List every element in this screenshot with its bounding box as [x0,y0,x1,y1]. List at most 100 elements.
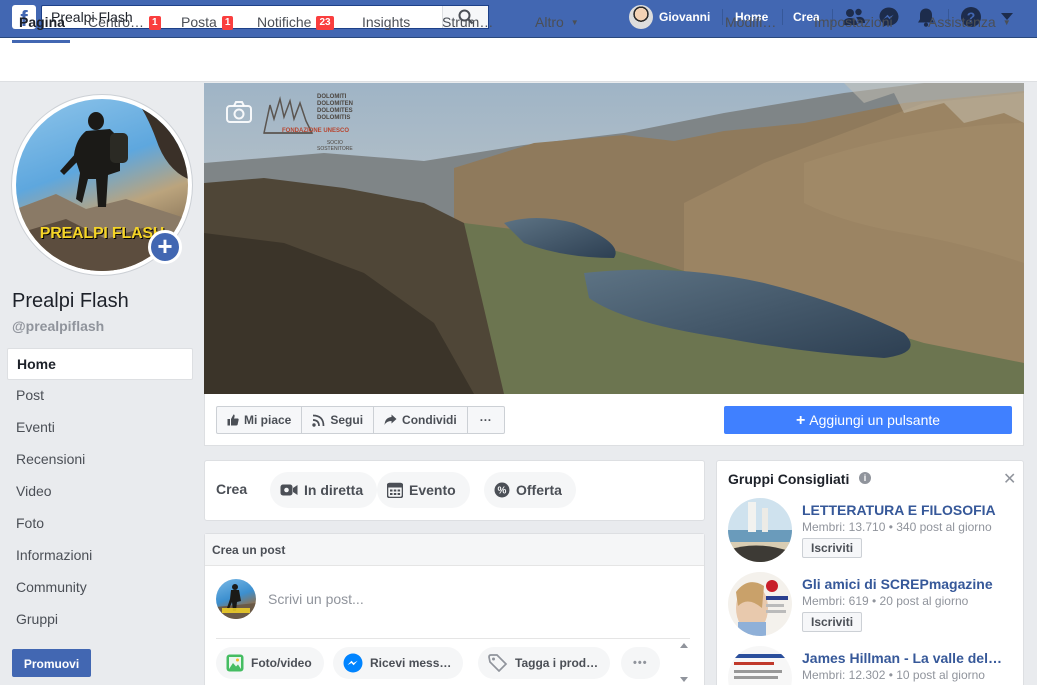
logo-sub-line: SOSTENITORE [317,146,353,152]
left-nav-item-gruppi[interactable]: Gruppi [7,604,193,636]
user-avatar [629,5,653,29]
add-photo-video-button[interactable]: Foto/video [216,647,324,679]
tab-notifiche-label: Notifiche [257,14,312,30]
page-title[interactable]: Prealpi Flash [12,290,129,313]
group-meta: Membri: 13.710 • 340 post al giorno [802,520,992,534]
go-live-button[interactable]: In diretta [270,472,378,508]
logo-text-line: DOLOMITI [317,94,347,100]
tab-posta[interactable]: Posta 1 [181,14,234,30]
nav-divider [782,9,783,25]
messenger-icon [343,653,363,673]
tab-pagina[interactable]: Pagina [19,14,65,30]
cover-photo[interactable]: DOLOMITI DOLOMITEN DOLOMITES DOLOMITIS F… [204,83,1024,394]
logo-text-line: DOLOMITES [317,108,353,114]
video-camera-icon [280,484,298,496]
follow-page-button[interactable]: Segui [302,407,375,433]
logo-text-line: DOLOMITEN [317,101,353,107]
page-tab-bar [0,38,1037,82]
join-group-button[interactable]: Iscriviti [802,612,863,632]
more-post-options-button[interactable]: ••• [621,647,660,679]
tab-altro-label: Altro [535,14,564,30]
group-name[interactable]: Gli amici di SCREPmagazine [802,576,993,592]
update-profile-picture-button[interactable]: + [148,230,182,264]
svg-text:%: % [498,486,507,497]
left-nav-item-video[interactable]: Video [7,476,193,508]
offer-tag-icon: % [494,482,510,498]
like-page-label: Mi piace [244,413,292,427]
create-card-label: Crea [216,481,248,497]
tab-centro[interactable]: Centro… 1 [88,14,161,30]
group-name[interactable]: LETTERATURA E FILOSOFIA [802,502,996,518]
logo-unesco-word: UNESCO [323,128,350,134]
close-icon[interactable]: ✕ [1003,469,1016,489]
rss-follow-icon [312,414,325,427]
join-group-button[interactable]: Iscriviti [802,538,863,558]
notifiche-count-badge: 23 [316,16,334,30]
write-post-input[interactable]: Scrivi un post... [268,591,364,607]
nav-divider [722,9,723,25]
active-tab-indicator [12,40,70,43]
group-meta: Membri: 12.302 • 10 post al giorno [802,668,985,682]
group-thumbnail[interactable] [728,572,792,636]
tab-insights[interactable]: Insights [362,14,410,30]
create-event-button[interactable]: Evento [377,472,470,508]
add-page-button[interactable]: + Aggiungi un pulsante [724,406,1012,434]
logo-text-block: DOLOMITI DOLOMITEN DOLOMITES DOLOMITIS [317,94,353,122]
tab-centro-label: Centro… [88,14,145,30]
tag-icon [488,654,508,672]
promote-button[interactable]: Promuovi [12,649,91,677]
logo-foundation-text: FONDAZIONE UNESCO [282,128,349,135]
more-actions-button[interactable]: ··· [468,407,504,433]
calendar-icon [387,482,403,498]
seaside-image [728,498,792,562]
group-thumbnail[interactable] [728,498,792,562]
tab-altro[interactable]: Altro ▼ [535,14,579,30]
info-icon[interactable]: i [859,472,871,484]
share-page-button[interactable]: Condividi [374,407,468,433]
tab-notifiche[interactable]: Notifiche 23 [257,14,334,30]
group-name[interactable]: James Hillman - La valle del… [802,650,1002,666]
left-nav-item-informazioni[interactable]: Informazioni [7,540,193,572]
group-meta: Membri: 619 • 20 post al giorno [802,594,969,608]
left-nav-item-eventi[interactable]: Eventi [7,412,193,444]
create-offer-button[interactable]: % Offerta [484,472,576,508]
caret-down-icon: ▼ [570,18,579,27]
tab-modifica[interactable]: Modifi… [725,14,776,30]
left-nav-item-post[interactable]: Post [7,380,193,412]
centro-count-badge: 1 [149,16,161,30]
suggested-groups-title: Gruppi Consigliati [728,471,850,487]
plus-icon: + [157,231,173,261]
add-photo-video-label: Foto/video [251,656,312,670]
caret-down-icon: ▼ [1002,18,1011,27]
page-avatar [216,579,256,619]
left-page-navigation: Home Post Eventi Recensioni Video Foto I… [7,348,193,636]
create-offer-label: Offerta [516,482,562,498]
page-username[interactable]: @prealpiflash [12,318,104,334]
magazine-cover-image [728,572,792,636]
create-event-label: Evento [409,482,456,498]
thumbs-up-icon [227,414,239,426]
photo-icon [226,654,244,672]
left-nav-item-foto[interactable]: Foto [7,508,193,540]
divider [216,638,690,639]
like-page-button[interactable]: Mi piace [217,407,303,433]
profile-link[interactable]: Giovanni [629,5,710,29]
page-action-buttons: Mi piace Segui Condividi ··· [216,406,505,434]
left-nav-item-home[interactable]: Home [7,348,193,380]
go-live-label: In diretta [304,482,364,498]
hiker-avatar-image [216,584,256,619]
posta-count-badge: 1 [221,16,234,30]
tab-assistenza[interactable]: Assistenza ▼ [928,14,1011,30]
get-messages-button[interactable]: Ricevi mess… [333,647,464,679]
left-nav-item-community[interactable]: Community [7,572,193,604]
tag-products-button[interactable]: Tagga i prod… [478,647,611,679]
logo-sub-text: SOCIO SOSTENITORE [317,140,353,152]
logo-foundation-word: FONDAZIONE [282,128,322,134]
tab-strumenti[interactable]: Strum… [442,14,493,30]
add-page-button-label: Aggiungi un pulsante [809,412,941,428]
left-nav-item-recensioni[interactable]: Recensioni [7,444,193,476]
tab-impostazioni[interactable]: Impostazioni [814,14,893,30]
camera-icon[interactable] [226,101,252,123]
follow-page-label: Segui [330,413,364,427]
post-options-scrollbar[interactable] [678,640,690,685]
